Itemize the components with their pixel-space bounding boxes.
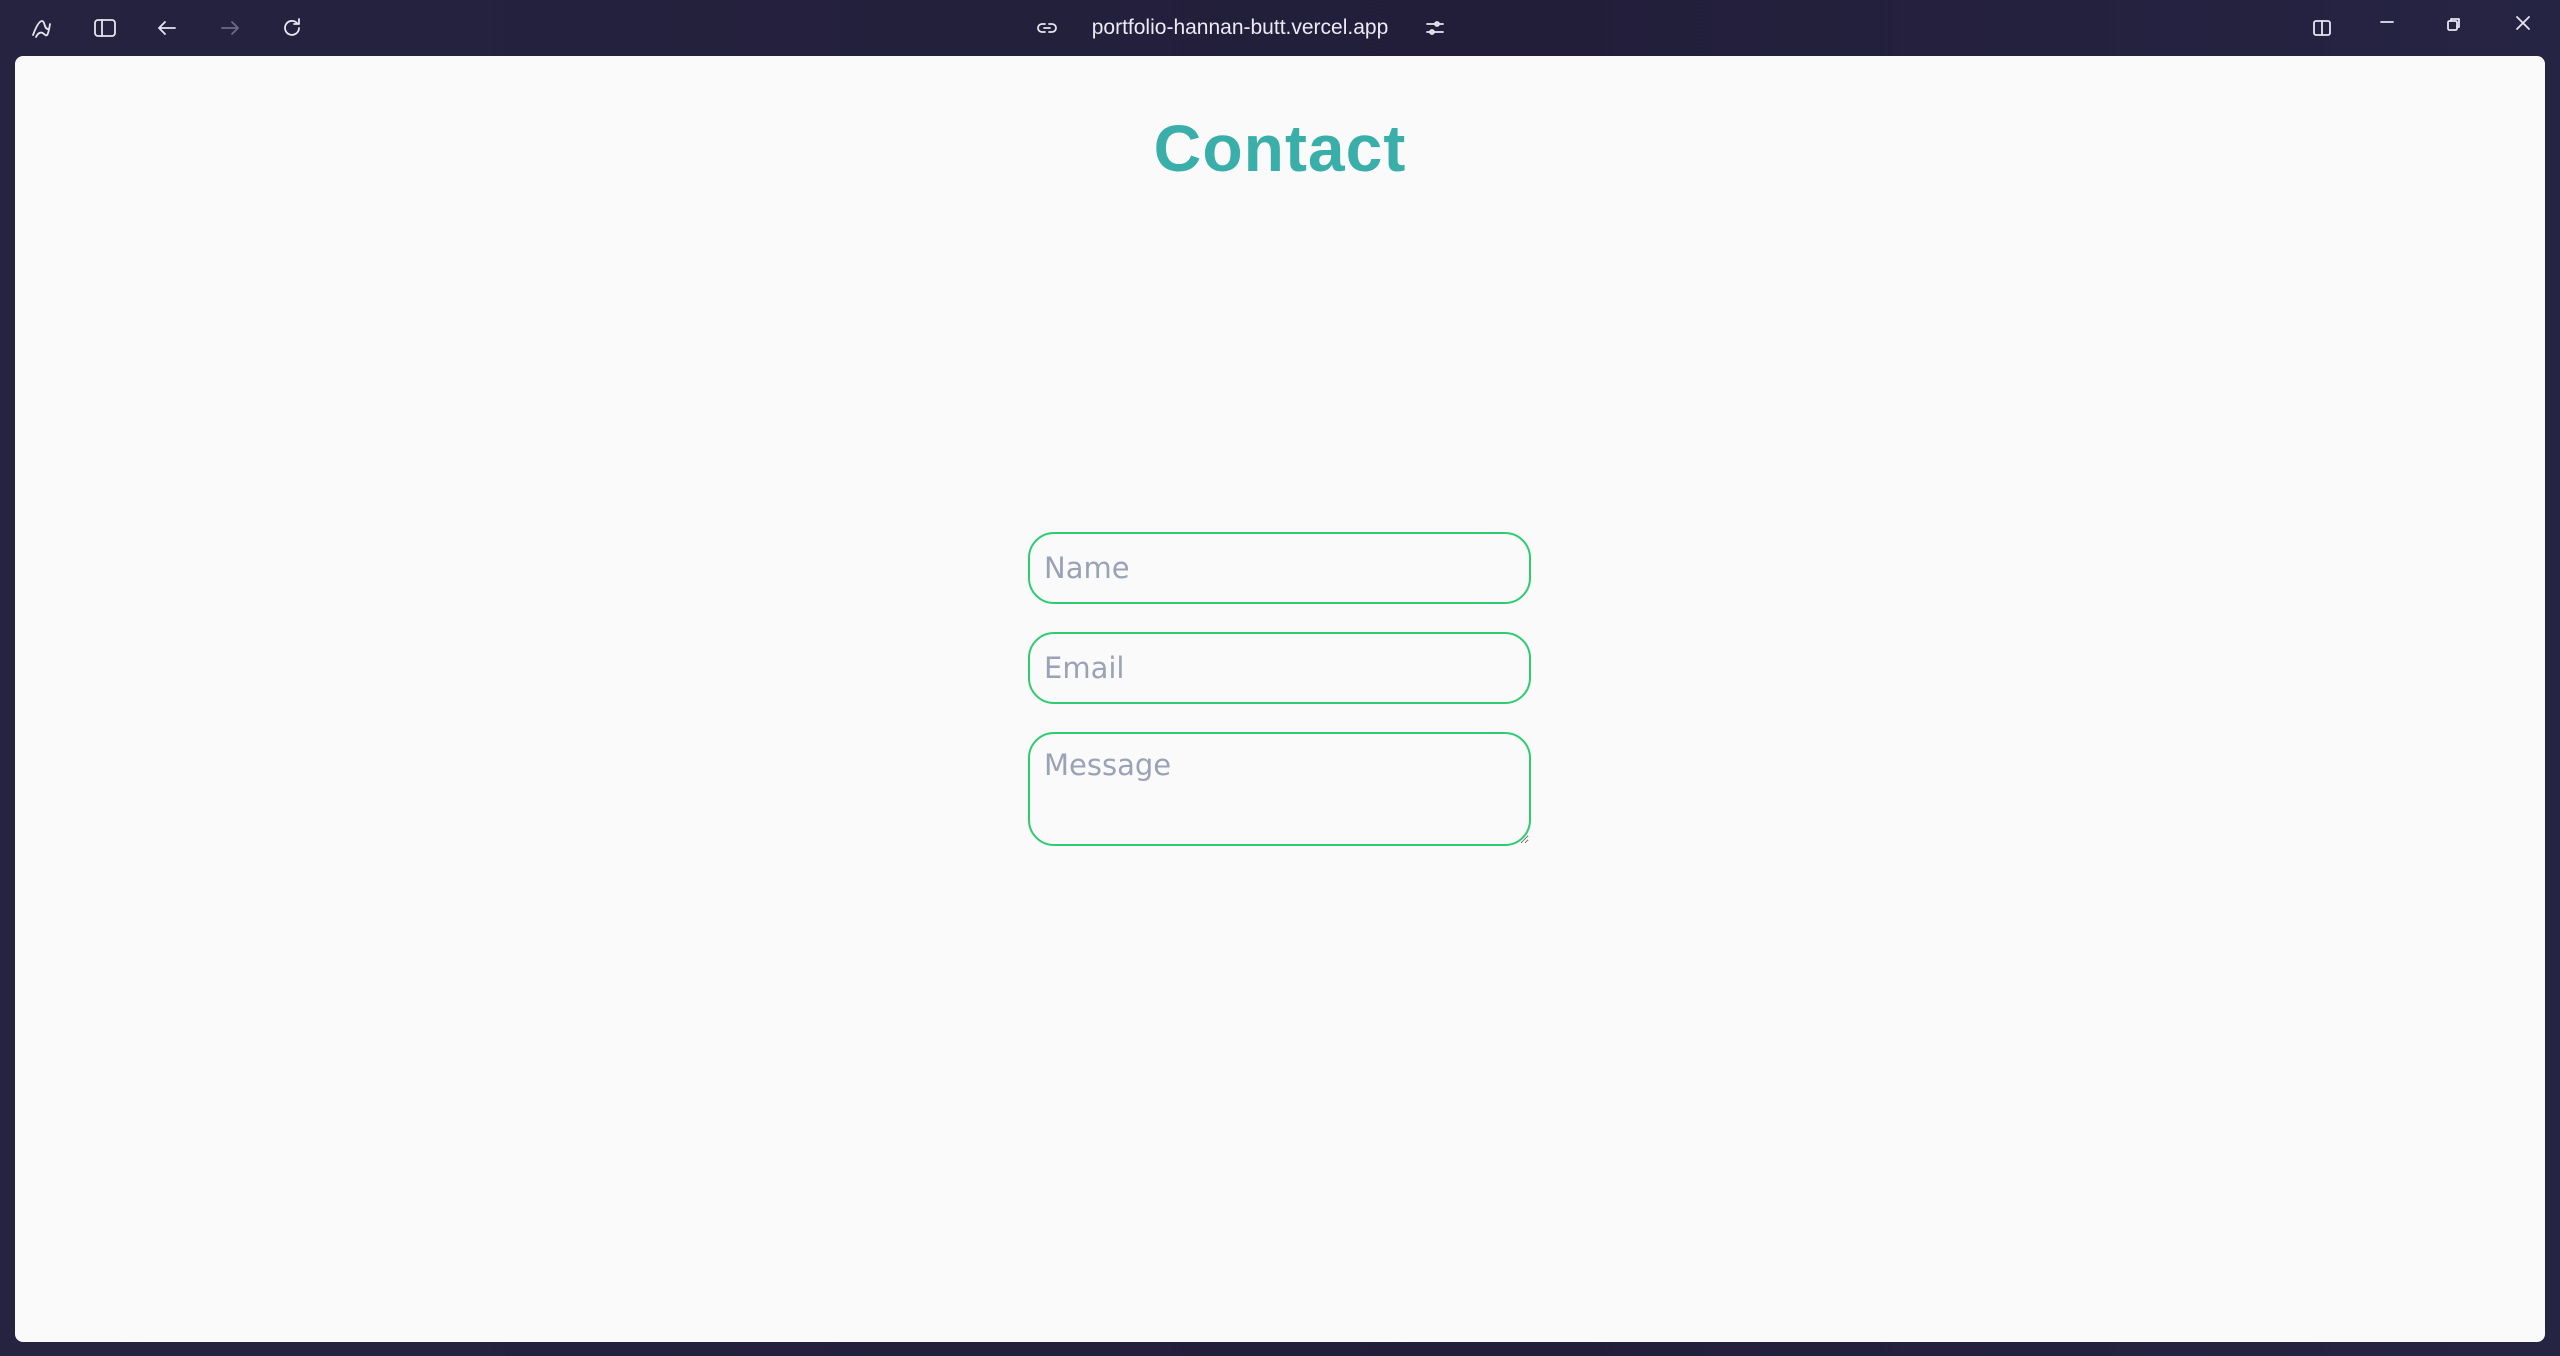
split-view-icon[interactable]	[2308, 14, 2336, 42]
page-content: Contact	[15, 56, 2545, 1342]
sidebar-icon[interactable]	[91, 14, 119, 42]
browser-toolbar: portfolio-hannan-butt.vercel.app	[0, 0, 2560, 56]
address-bar-url[interactable]: portfolio-hannan-butt.vercel.app	[1090, 14, 1390, 42]
reload-icon[interactable]	[278, 14, 306, 42]
email-input[interactable]	[1028, 632, 1531, 704]
close-icon[interactable]	[2509, 9, 2537, 37]
message-textarea[interactable]	[1028, 732, 1531, 846]
minimize-icon[interactable]	[2373, 8, 2401, 36]
link-icon[interactable]	[1033, 14, 1061, 42]
name-input[interactable]	[1028, 532, 1531, 604]
restore-icon[interactable]	[2439, 10, 2467, 38]
site-settings-icon[interactable]	[1421, 14, 1449, 42]
page-title: Contact	[1153, 111, 1407, 185]
app-logo-icon[interactable]	[28, 14, 56, 42]
back-icon[interactable]	[153, 14, 181, 42]
forward-icon[interactable]	[216, 14, 244, 42]
